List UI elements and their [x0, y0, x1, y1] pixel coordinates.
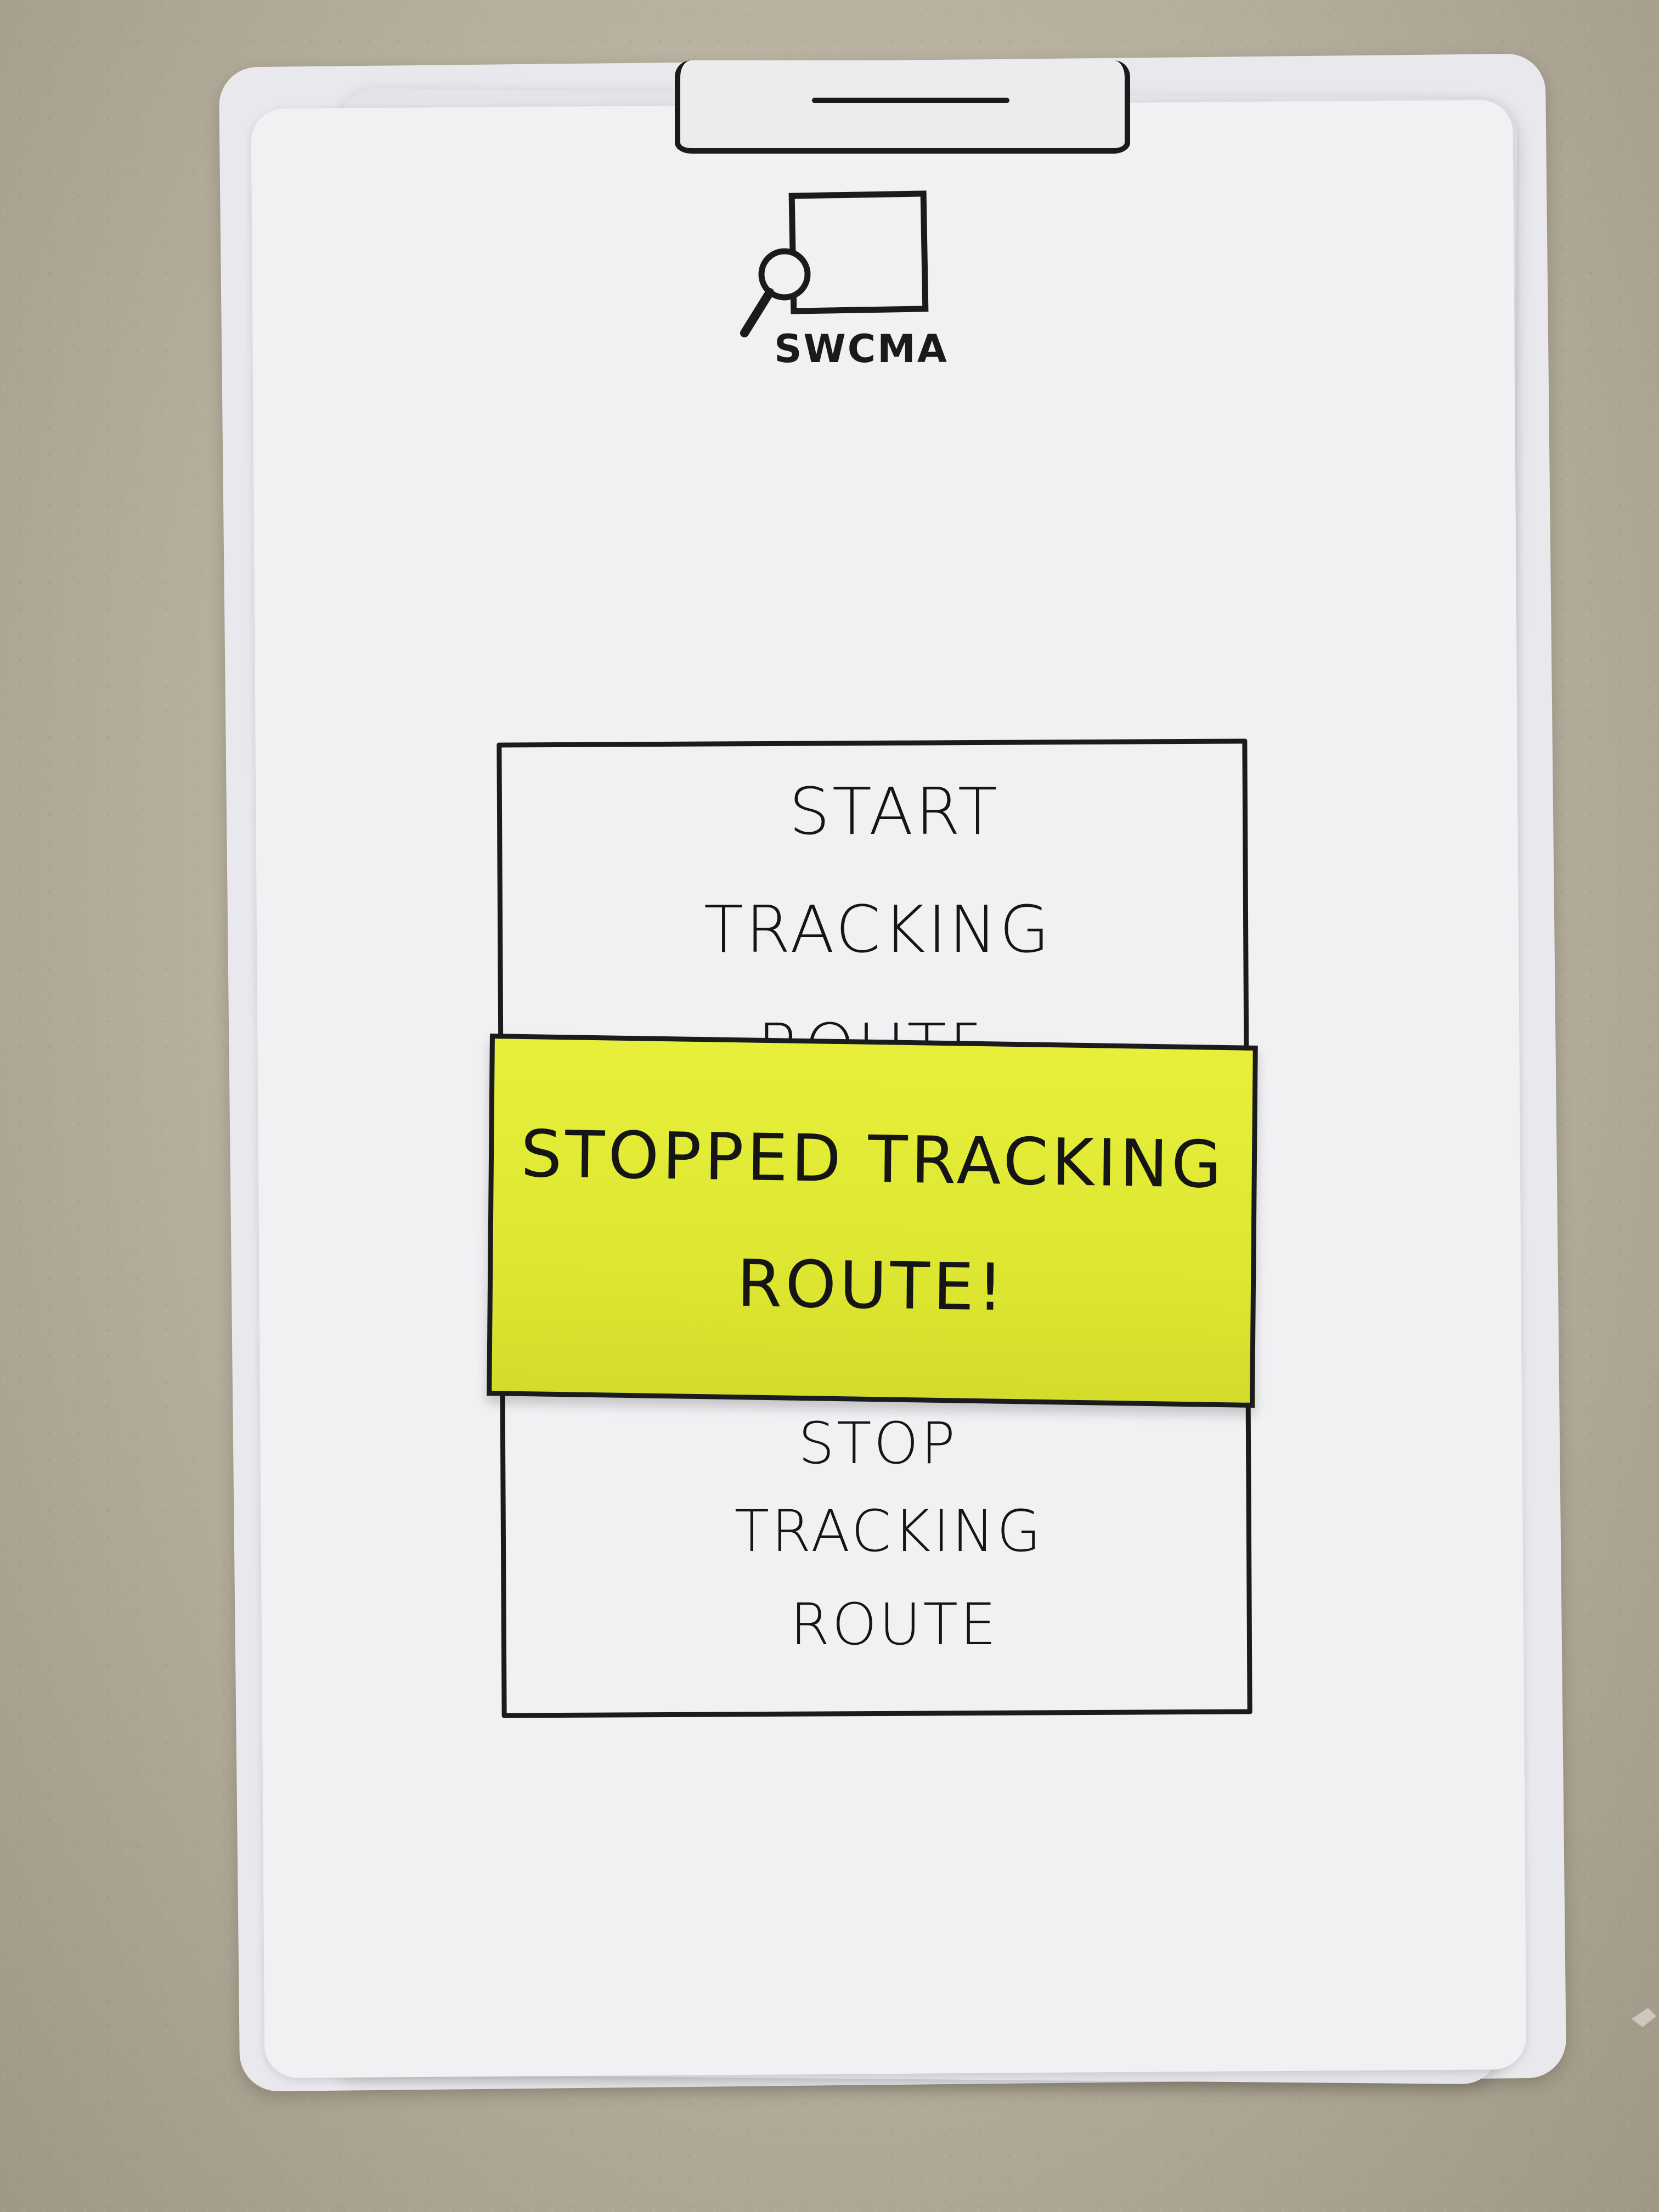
toast-message-line1: STOPPED TRACKING — [520, 1115, 1226, 1203]
start-button-label-line2: TRACKING — [703, 891, 1052, 967]
stop-button-label-line2: TRACKING — [734, 1498, 1043, 1565]
phone-speaker-slot — [812, 98, 1009, 103]
start-button-label-line1: START — [788, 774, 1000, 849]
wall-nail-icon — [1632, 2008, 1656, 2027]
phone-top-notch — [675, 60, 1130, 154]
stop-button-label-line3: ROUTE — [790, 1591, 998, 1658]
app-logo-text: SWCMA — [774, 326, 949, 371]
start-button-label-line3: ROUTE — [757, 1009, 977, 1042]
stopped-tracking-toast[interactable]: STOPPED TRACKING ROUTE! — [487, 1034, 1258, 1408]
stop-button-label-line1: STOP — [798, 1410, 958, 1477]
toast-message-line2: ROUTE! — [736, 1245, 1007, 1325]
